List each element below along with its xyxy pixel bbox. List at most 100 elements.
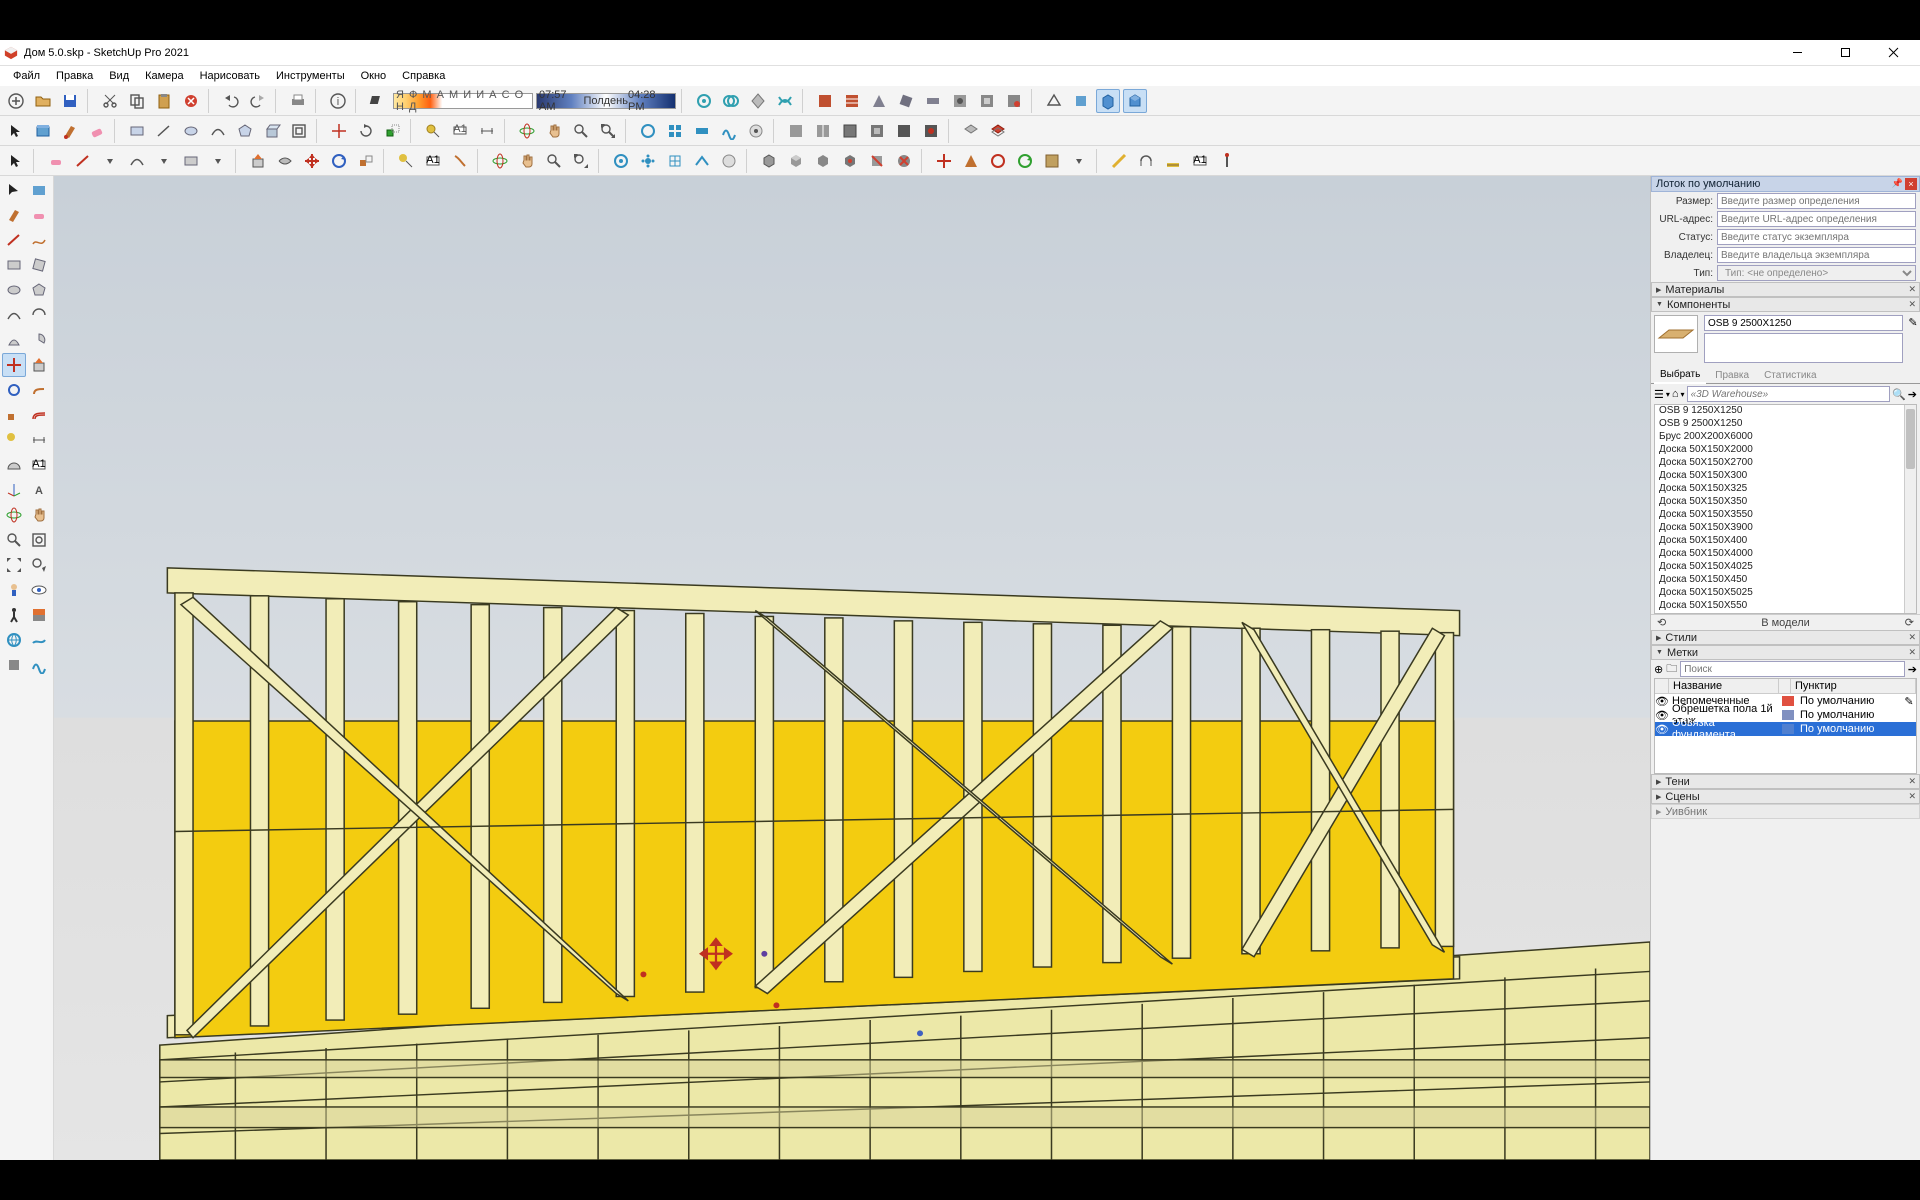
add-tag-icon[interactable]: ⊕ — [1654, 663, 1663, 676]
save-button[interactable] — [58, 89, 82, 113]
text-tool[interactable]: A1 — [448, 119, 472, 143]
circle-tool[interactable] — [179, 119, 203, 143]
extension-5[interactable] — [744, 119, 768, 143]
list-item[interactable]: Доска 50X150X2000 — [1655, 444, 1916, 457]
pointer-tool[interactable] — [4, 149, 28, 173]
tool-r3-4[interactable] — [179, 149, 203, 173]
tool-r3-25[interactable] — [838, 149, 862, 173]
prop-url-input[interactable] — [1717, 211, 1916, 227]
section-e[interactable] — [892, 119, 916, 143]
lt-pan[interactable] — [28, 503, 52, 527]
lt-ext2[interactable] — [28, 653, 52, 677]
forward-icon[interactable]: ➔ — [1908, 388, 1917, 401]
texture-h-button[interactable] — [1002, 89, 1026, 113]
3d-viewport[interactable] — [54, 176, 1650, 1160]
lt-zoomext[interactable] — [2, 553, 26, 577]
menu-window[interactable]: Окно — [354, 68, 394, 84]
tool-r3-10[interactable] — [394, 149, 418, 173]
tool-r3-14[interactable] — [515, 149, 539, 173]
back-nav-icon[interactable]: ⟲ — [1657, 616, 1666, 629]
lt-arc2[interactable] — [28, 303, 52, 327]
lt-zoom[interactable] — [2, 528, 26, 552]
tool-r3-31[interactable] — [1013, 149, 1037, 173]
menu-tools[interactable]: Инструменты — [269, 68, 352, 84]
texture-b-button[interactable] — [840, 89, 864, 113]
delete-button[interactable] — [179, 89, 203, 113]
list-item[interactable]: Доска 50X150X4025 — [1655, 561, 1916, 574]
lt-follow[interactable] — [28, 378, 52, 402]
tool-r3-11[interactable]: A1 — [421, 149, 445, 173]
tool-r3-36[interactable]: A1 — [1188, 149, 1212, 173]
texture-d-button[interactable] — [894, 89, 918, 113]
tags-table[interactable]: НазваниеПунктир 👁НепомеченныеПо умолчани… — [1654, 678, 1917, 774]
tool-r3-8[interactable] — [327, 149, 351, 173]
date-slider[interactable]: Я Ф М А М И И А С О Н Д — [393, 93, 533, 109]
tool-r3-32[interactable] — [1040, 149, 1064, 173]
section-a[interactable] — [784, 119, 808, 143]
dim-tool[interactable] — [475, 119, 499, 143]
tool-r3-15[interactable] — [542, 149, 566, 173]
shadows-toggle-button[interactable] — [366, 89, 390, 113]
visibility-icon[interactable]: 👁 — [1655, 723, 1669, 736]
tool-r3-23[interactable] — [784, 149, 808, 173]
open-file-button[interactable] — [31, 89, 55, 113]
paint-tool[interactable] — [58, 119, 82, 143]
tag-search-input[interactable] — [1680, 661, 1905, 677]
tool-r3-18[interactable] — [636, 149, 660, 173]
zoom-tool[interactable] — [569, 119, 593, 143]
tool-r3-1[interactable] — [44, 149, 68, 173]
model-info-button[interactable]: i — [326, 89, 350, 113]
list-item[interactable]: Доска 50X150X300 — [1655, 470, 1916, 483]
tool-r3-5[interactable] — [246, 149, 270, 173]
search-icon[interactable]: 🔍 — [1892, 388, 1906, 401]
tab-select[interactable]: Выбрать — [1654, 367, 1706, 384]
home-icon[interactable]: ⌂ — [1672, 388, 1679, 400]
tool-r3-20[interactable] — [690, 149, 714, 173]
tray-close-icon[interactable]: × — [1905, 178, 1917, 190]
polygon-tool[interactable] — [233, 119, 257, 143]
texture-g-button[interactable] — [975, 89, 999, 113]
menu-edit[interactable]: Правка — [49, 68, 100, 84]
print-button[interactable] — [286, 89, 310, 113]
section-components[interactable]: ▼Компоненты✕ — [1651, 297, 1920, 312]
menu-file[interactable]: Файл — [6, 68, 47, 84]
maximize-button[interactable] — [1830, 43, 1860, 63]
list-item[interactable]: Доска 50X150X2700 — [1655, 457, 1916, 470]
solid-a-button[interactable] — [1042, 89, 1066, 113]
tool-r3-26[interactable] — [865, 149, 889, 173]
rectangle-tool[interactable] — [125, 119, 149, 143]
component-pin-icon[interactable]: ✎ — [1906, 312, 1920, 366]
texture-e-button[interactable] — [921, 89, 945, 113]
menu-camera[interactable]: Камера — [138, 68, 190, 84]
list-item[interactable]: OSB 9 1250X1250 — [1655, 405, 1916, 418]
lt-geo[interactable] — [2, 628, 26, 652]
tool-r3-3[interactable] — [125, 149, 149, 173]
extension-2[interactable] — [663, 119, 687, 143]
menu-help[interactable]: Справка — [395, 68, 452, 84]
prop-type-select[interactable]: Тип: <не определено> — [1717, 265, 1916, 281]
minimize-button[interactable] — [1782, 43, 1812, 63]
lt-orbit[interactable] — [2, 503, 26, 527]
lt-eraser[interactable] — [28, 203, 52, 227]
menu-view[interactable]: Вид — [102, 68, 136, 84]
lt-component[interactable] — [28, 178, 52, 202]
lt-circle[interactable] — [2, 278, 26, 302]
component-tool[interactable] — [31, 119, 55, 143]
eraser-tool[interactable] — [85, 119, 109, 143]
section-b[interactable] — [811, 119, 835, 143]
lt-ext1[interactable] — [2, 653, 26, 677]
list-item[interactable]: Брус 200X200X6000 — [1655, 431, 1916, 444]
list-item[interactable]: Доска 50X150X5025 — [1655, 587, 1916, 600]
tool-r3-12[interactable] — [448, 149, 472, 173]
tool-r3-30[interactable] — [986, 149, 1010, 173]
select-tool[interactable] — [4, 119, 28, 143]
lt-3dtext[interactable]: A — [28, 478, 52, 502]
section-tags[interactable]: ▼Метки✕ — [1651, 645, 1920, 660]
layers-a[interactable] — [959, 119, 983, 143]
list-item[interactable]: Доска 50X150X550 — [1655, 600, 1916, 613]
section-f[interactable] — [919, 119, 943, 143]
section-outliner[interactable]: ▶Уивбник — [1651, 804, 1920, 819]
extension-4[interactable] — [717, 119, 741, 143]
lt-select[interactable] — [2, 178, 26, 202]
zoom-extents-tool[interactable] — [596, 119, 620, 143]
